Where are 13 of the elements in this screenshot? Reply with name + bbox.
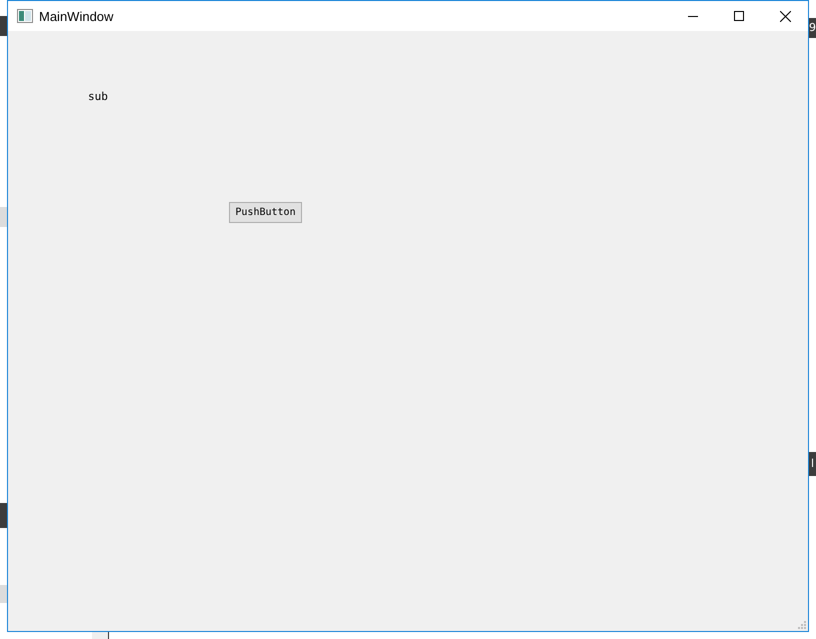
resize-grip-icon[interactable]: [798, 621, 806, 629]
background-tab-text: l: [809, 452, 816, 476]
text-label: sub: [88, 90, 108, 103]
window-title: MainWindow: [39, 8, 114, 24]
push-button[interactable]: PushButton: [229, 202, 302, 223]
background-window-edge: [0, 16, 7, 36]
background-window-edge: [0, 585, 7, 603]
window-icon: [17, 9, 33, 23]
background-window-edge: [0, 207, 7, 227]
maximize-icon: [734, 11, 744, 21]
background-tab-text: 9: [809, 18, 816, 38]
close-icon: [780, 10, 790, 22]
background-window-edge: [0, 503, 7, 528]
